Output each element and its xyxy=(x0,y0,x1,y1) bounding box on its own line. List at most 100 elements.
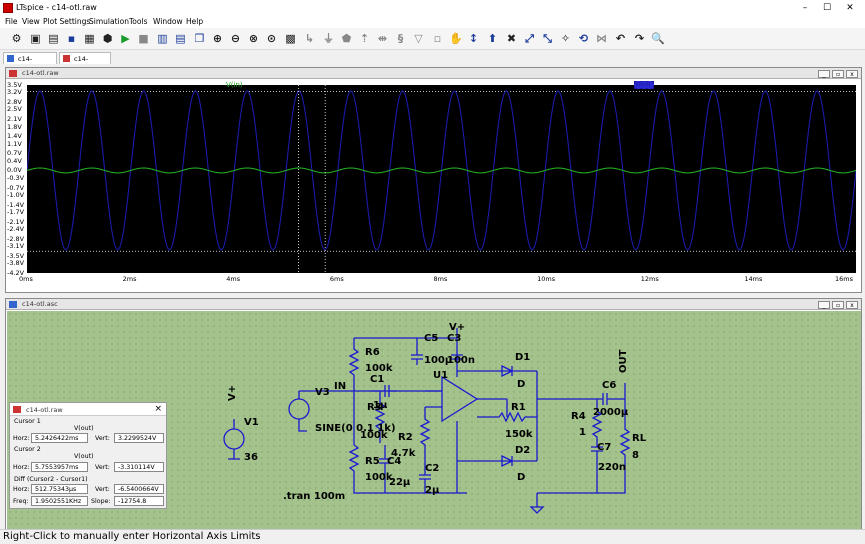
waveform-plot[interactable]: 3.5V 3.2V 2.8V 2.5V 2.1V 1.8V 1.4V 1.1V 0.7V 0.4V… xyxy=(7,80,861,291)
tab-waveform[interactable]: c14-otl.raw xyxy=(59,52,111,75)
ground-icon[interactable]: ⏚ xyxy=(322,32,335,45)
new-icon[interactable]: ▤ xyxy=(47,32,60,45)
x-tick-label: 6ms xyxy=(329,275,344,283)
diff-horz-field[interactable]: 512.75343µs xyxy=(31,484,88,494)
cursor-dialog-close-icon[interactable]: × xyxy=(154,404,162,414)
x-tick-label: 16ms xyxy=(835,275,853,283)
inductor-icon[interactable]: § xyxy=(394,32,407,45)
y-tick-label: 2.5V xyxy=(7,105,22,114)
stop-icon[interactable]: ■ xyxy=(137,32,150,45)
duplicate-icon[interactable]: ⤢ xyxy=(523,32,536,45)
label-c7: C7 xyxy=(597,442,612,453)
waveform-window-title: c14-otl.raw _ ▫ x xyxy=(6,68,861,79)
menu-view[interactable]: View xyxy=(22,17,40,26)
tran-directive[interactable]: .tran 100m xyxy=(283,491,345,502)
menu-bar: File View Plot Settings Simulation Tools… xyxy=(0,16,865,28)
drag-icon[interactable]: ↕ xyxy=(467,32,480,45)
menu-tools[interactable]: Tools xyxy=(129,17,147,26)
label-vplus-1: V+ xyxy=(449,322,466,333)
mdi-minimize-button[interactable]: _ xyxy=(818,70,830,78)
minimize-button[interactable]: – xyxy=(793,1,817,15)
label-r5: R5 xyxy=(365,456,380,467)
resistor-icon[interactable]: ⇡ xyxy=(358,32,371,45)
delete-icon[interactable]: ✖ xyxy=(505,32,518,45)
gear-icon[interactable]: ⚙ xyxy=(10,32,23,45)
cursor-dialog-title[interactable]: c14-otl.raw × xyxy=(10,403,166,416)
freq-field[interactable]: 1.9502551KHz xyxy=(31,496,88,506)
diff-vert-field[interactable]: -6.5400664V xyxy=(114,484,164,494)
zoom-in-icon[interactable]: ⊕ xyxy=(211,32,224,45)
mirror-icon[interactable]: ✧ xyxy=(559,32,572,45)
zoom-out-icon[interactable]: ⊖ xyxy=(229,32,242,45)
slope-field[interactable]: -12754.8 xyxy=(114,496,164,506)
schematic-window-title: c14-otl.asc _ ▫ x xyxy=(6,299,861,310)
y-tick-label: 1.1V xyxy=(7,139,22,148)
value-v3: SINE(0 0.1 1k) xyxy=(315,423,396,434)
cursor1-label: Cursor 1 xyxy=(14,418,41,425)
wire-icon[interactable]: ↳ xyxy=(303,32,316,45)
print-icon[interactable]: ▦ xyxy=(83,32,96,45)
tile-h-icon[interactable]: ▥ xyxy=(156,32,169,45)
zoom-extents-icon[interactable]: ⊙ xyxy=(265,32,278,45)
run-icon[interactable]: ▶ xyxy=(119,32,132,45)
diff-label: Diff (Cursor2 - Cursor1) xyxy=(14,476,88,483)
label-v3: V3 xyxy=(315,387,330,398)
status-text: Right-Click to manually enter Horizontal… xyxy=(3,531,261,542)
search-icon[interactable]: 🔍 xyxy=(651,32,665,45)
diode-icon[interactable]: ▽ xyxy=(412,32,425,45)
text-icon[interactable]: ⬆ xyxy=(486,32,499,45)
c1-horz-field[interactable]: 5.2426422ms xyxy=(31,433,88,443)
label-c3: C3 xyxy=(447,333,462,344)
c1-vert-label: Vert: xyxy=(95,435,110,442)
mdi-restore-button-2[interactable]: ▫ xyxy=(832,301,844,309)
waveform-icon xyxy=(63,55,70,62)
menu-simulation[interactable]: Simulation xyxy=(89,17,129,26)
cursor-dialog[interactable]: c14-otl.raw × Cursor 1 V(out) Horz: 5.24… xyxy=(9,402,167,509)
c2-horz-field[interactable]: 5.7553957ms xyxy=(31,462,88,472)
open-icon[interactable]: ▣ xyxy=(29,32,42,45)
trace-label-vout[interactable]: V(out) xyxy=(634,81,654,89)
y-tick-label: -0.3V xyxy=(7,173,25,182)
halt-icon[interactable]: ⬢ xyxy=(101,32,114,45)
find-icon[interactable]: ⋈ xyxy=(595,32,608,45)
c1-vert-field[interactable]: 3.2299524V xyxy=(114,433,164,443)
c2-vert-field[interactable]: -3.310114V xyxy=(114,462,164,472)
schematic-icon xyxy=(7,55,14,62)
label-icon[interactable]: ⬟ xyxy=(340,32,353,45)
cascade-icon[interactable]: ❐ xyxy=(193,32,206,45)
status-bar: Right-Click to manually enter Horizontal… xyxy=(0,529,865,544)
rotate-icon[interactable]: ⤡ xyxy=(541,32,554,45)
x-tick-label: 2ms xyxy=(122,275,137,283)
capacitor-icon[interactable]: ⇹ xyxy=(376,32,389,45)
redo-icon[interactable]: ⟲ xyxy=(577,32,590,45)
tile-v-icon[interactable]: ▤ xyxy=(174,32,187,45)
menu-window[interactable]: Window xyxy=(153,17,183,26)
redo-arrow-icon[interactable]: ↷ xyxy=(633,32,646,45)
label-c4: C4 xyxy=(387,456,402,467)
move-icon[interactable]: ✋ xyxy=(449,32,463,45)
value-d2: D xyxy=(517,472,526,483)
mdi-minimize-button-2[interactable]: _ xyxy=(818,301,830,309)
mdi-close-button-2[interactable]: x xyxy=(846,301,858,309)
menu-file[interactable]: File xyxy=(5,17,18,26)
autorange-icon[interactable]: ▩ xyxy=(284,32,297,45)
component-icon[interactable]: ▫ xyxy=(431,32,444,45)
x-tick-label: 4ms xyxy=(226,275,241,283)
undo-icon[interactable]: ↶ xyxy=(614,32,627,45)
close-button[interactable]: ✕ xyxy=(838,1,862,15)
maximize-button[interactable]: ☐ xyxy=(815,1,839,15)
slope-label: Slope: xyxy=(91,498,111,505)
value-c6: 2000µ xyxy=(593,407,629,418)
mdi-close-button[interactable]: x xyxy=(846,70,858,78)
plot-area[interactable] xyxy=(26,85,857,273)
zoom-fit-icon[interactable]: ⊗ xyxy=(247,32,260,45)
save-icon[interactable]: ▪ xyxy=(65,32,78,45)
cursor2-label: Cursor 2 xyxy=(14,446,41,453)
trace-label-vin[interactable]: V(in) xyxy=(226,81,243,89)
menu-help[interactable]: Help xyxy=(186,17,203,26)
tab-schematic[interactable]: c14-otl.asc xyxy=(3,52,57,75)
menu-plot-settings[interactable]: Plot Settings xyxy=(43,17,90,26)
mdi-restore-button[interactable]: ▫ xyxy=(832,70,844,78)
value-c7: 220n xyxy=(598,462,626,473)
label-c2: C2 xyxy=(425,463,440,474)
